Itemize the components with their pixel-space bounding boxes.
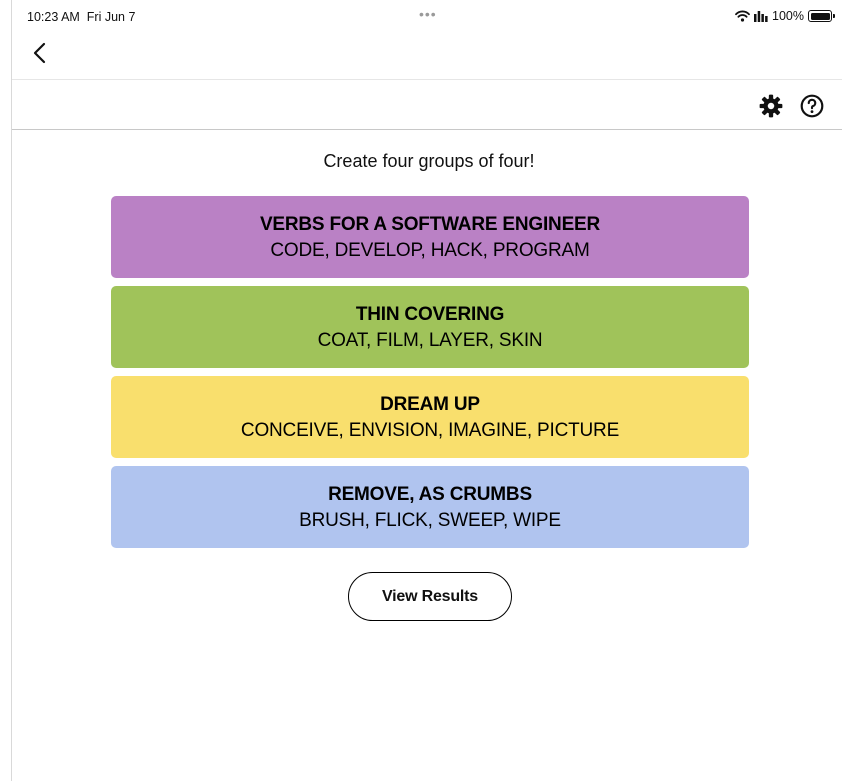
status-indicators: 100% [735, 9, 835, 23]
app-screen: 10:23 AM Fri Jun 7 ••• 100% Create four … [11, 0, 842, 781]
multitasking-dots[interactable]: ••• [419, 6, 437, 22]
group-words: BRUSH, FLICK, SWEEP, WIPE [299, 510, 561, 531]
battery-icon [808, 10, 835, 22]
chevron-left-icon[interactable] [28, 40, 54, 66]
group-category: VERBS FOR A SOFTWARE ENGINEER [259, 214, 601, 235]
solved-group-blue: REMOVE, AS CRUMBS BRUSH, FLICK, SWEEP, W… [111, 466, 749, 548]
signal-icon [754, 11, 768, 22]
group-category: REMOVE, AS CRUMBS [328, 484, 532, 505]
group-words: CODE, DEVELOP, HACK, PROGRAM [270, 240, 590, 261]
navigation-bar [12, 34, 842, 80]
solved-group-yellow: DREAM UP CONCEIVE, ENVISION, IMAGINE, PI… [111, 376, 749, 458]
status-date: Fri Jun 7 [86, 10, 136, 24]
game-toolbar [12, 80, 842, 130]
game-instruction: Create four groups of four! [323, 151, 535, 171]
view-results-button[interactable]: View Results [348, 572, 512, 621]
status-clock: 10:23 AM [27, 10, 80, 24]
help-circle-icon[interactable] [799, 93, 825, 119]
wifi-icon [735, 10, 750, 22]
gear-icon[interactable] [758, 93, 784, 119]
status-bar: 10:23 AM Fri Jun 7 ••• 100% [12, 0, 842, 34]
solved-group-green: THIN COVERING COAT, FILM, LAYER, SKIN [111, 286, 749, 368]
solved-group-purple: VERBS FOR A SOFTWARE ENGINEER CODE, DEVE… [111, 196, 749, 278]
battery-percent: 100% [772, 9, 804, 23]
battery-level [810, 12, 830, 20]
status-time: 10:23 AM Fri Jun 7 [27, 10, 135, 24]
group-category: DREAM UP [380, 394, 480, 415]
group-words: COAT, FILM, LAYER, SKIN [317, 330, 543, 351]
group-words: CONCEIVE, ENVISION, IMAGINE, PICTURE [240, 420, 620, 441]
group-category: THIN COVERING [355, 304, 505, 325]
